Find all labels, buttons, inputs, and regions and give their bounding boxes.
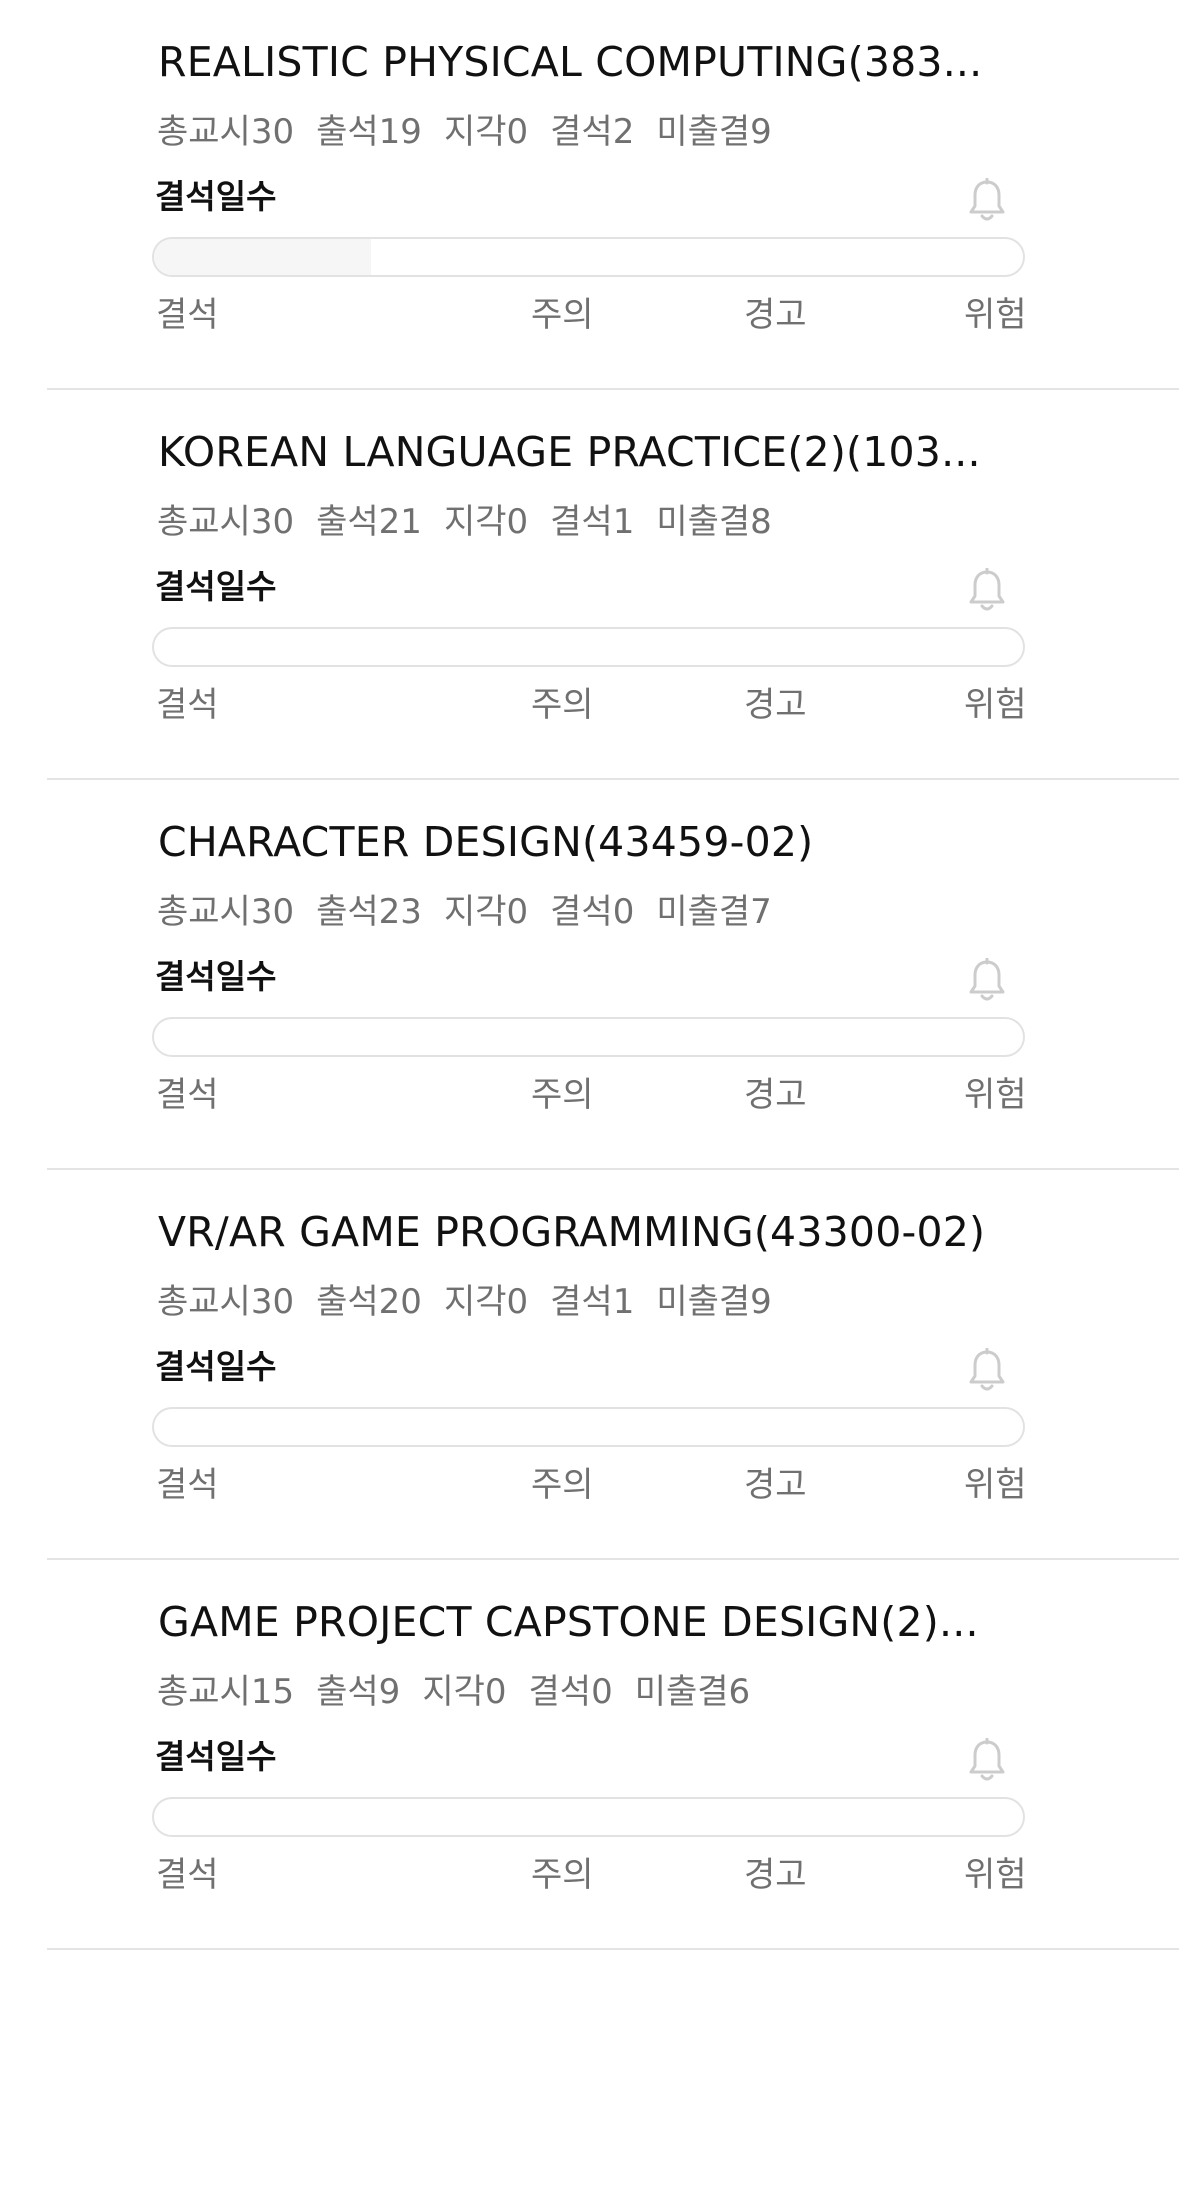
course-title: VR/AR GAME PROGRAMMING(43300-02) [158,1208,986,1256]
absence-progress-bar [152,1407,1025,1447]
stat-attended: 출석21 [316,502,422,542]
stat-attended: 출석20 [316,1282,422,1322]
absence-progress-fill [154,239,372,275]
course-card[interactable]: VR/AR GAME PROGRAMMING(43300-02) 총교시30 출석… [0,1170,1179,1560]
stat-absent: 결석0 [550,892,635,932]
stat-late: 지각0 [443,1282,529,1322]
scale-label-caution: 주의 [531,1855,594,1895]
scale-label-danger: 위험 [964,1075,1027,1115]
stat-late: 지각0 [443,892,529,932]
stat-unrecorded: 미출결6 [634,1672,751,1712]
stat-total-periods: 총교시30 [157,502,295,542]
stat-late: 지각0 [443,502,529,542]
absence-days-label: 결석일수 [155,567,277,606]
stat-late: 지각0 [422,1672,507,1712]
stat-absent: 결석1 [550,502,635,542]
attendance-stats: 총교시30 출석19 지각0 결석2 미출결9 [157,110,794,154]
scale-label-danger: 위험 [964,295,1027,335]
scale-label-absent: 결석 [156,685,219,725]
absence-days-label: 결석일수 [155,957,277,996]
scale-label-warning: 경고 [744,1855,807,1895]
absence-progress-bar [152,237,1025,277]
scale-label-caution: 주의 [531,1075,594,1115]
bell-icon[interactable] [966,1738,1008,1784]
bell-icon[interactable] [966,1348,1008,1394]
scale-label-warning: 경고 [744,295,807,335]
scale-tick-gap [926,1833,944,1835]
absence-days-label: 결석일수 [155,1737,277,1776]
course-title: GAME PROJECT CAPSTONE DESIGN(2)... [158,1598,979,1646]
absence-progress-bar [152,1017,1025,1057]
scale-tick-gap [846,1443,864,1445]
stat-total-periods: 총교시30 [157,892,295,932]
scale-tick-gap [926,1443,944,1445]
course-title: CHARACTER DESIGN(43459-02) [158,818,814,866]
scale-label-absent: 결석 [156,1075,219,1115]
attendance-stats: 총교시30 출석20 지각0 결석1 미출결9 [157,1280,794,1324]
stat-attended: 출석9 [316,1672,401,1712]
stat-unrecorded: 미출결7 [656,892,772,932]
stat-total-periods: 총교시15 [157,1672,295,1712]
absence-progress-bar [152,627,1025,667]
scale-tick-gap [846,1053,864,1055]
stat-total-periods: 총교시30 [157,1282,295,1322]
stat-absent: 결석2 [550,112,635,152]
scale-label-danger: 위험 [964,1465,1027,1505]
stat-absent: 결석0 [528,1672,613,1712]
absence-progress-bar [152,1797,1025,1837]
scale-label-warning: 경고 [744,1075,807,1115]
course-title: REALISTIC PHYSICAL COMPUTING(383... [158,38,983,86]
attendance-stats: 총교시30 출석23 지각0 결석0 미출결7 [157,890,794,934]
attendance-stats: 총교시30 출석21 지각0 결석1 미출결8 [157,500,794,544]
scale-label-caution: 주의 [531,685,594,725]
scale-tick-gap [846,1833,864,1835]
bell-icon[interactable] [966,958,1008,1004]
scale-label-absent: 결석 [156,295,219,335]
course-card[interactable]: KOREAN LANGUAGE PRACTICE(2)(103... 총교시30… [0,390,1179,780]
scale-tick-gap [926,663,944,665]
bell-icon[interactable] [966,568,1008,614]
scale-label-warning: 경고 [744,685,807,725]
stat-attended: 출석23 [316,892,422,932]
scale-label-warning: 경고 [744,1465,807,1505]
scale-label-danger: 위험 [964,685,1027,725]
course-card[interactable]: REALISTIC PHYSICAL COMPUTING(383... 총교시3… [0,0,1179,390]
absence-days-label: 결석일수 [155,177,277,216]
stat-total-periods: 총교시30 [157,112,295,152]
attendance-stats: 총교시15 출석9 지각0 결석0 미출결6 [157,1670,772,1714]
course-title: KOREAN LANGUAGE PRACTICE(2)(103... [158,428,981,476]
stat-late: 지각0 [443,112,529,152]
course-card[interactable]: GAME PROJECT CAPSTONE DESIGN(2)... 총교시15… [0,1560,1179,1950]
stat-unrecorded: 미출결9 [656,1282,772,1322]
stat-absent: 결석1 [550,1282,635,1322]
absence-days-label: 결석일수 [155,1347,277,1386]
scale-tick-gap [846,663,864,665]
stat-unrecorded: 미출결9 [656,112,772,152]
scale-label-danger: 위험 [964,1855,1027,1895]
scale-tick-gap [926,1053,944,1055]
stat-attended: 출석19 [316,112,422,152]
scale-label-absent: 결석 [156,1465,219,1505]
bell-icon[interactable] [966,178,1008,224]
scale-label-absent: 결석 [156,1855,219,1895]
stat-unrecorded: 미출결8 [656,502,772,542]
course-card[interactable]: CHARACTER DESIGN(43459-02) 총교시30 출석23 지각0 결… [0,780,1179,1170]
scale-label-caution: 주의 [531,1465,594,1505]
divider [47,1948,1179,1950]
scale-label-caution: 주의 [531,295,594,335]
